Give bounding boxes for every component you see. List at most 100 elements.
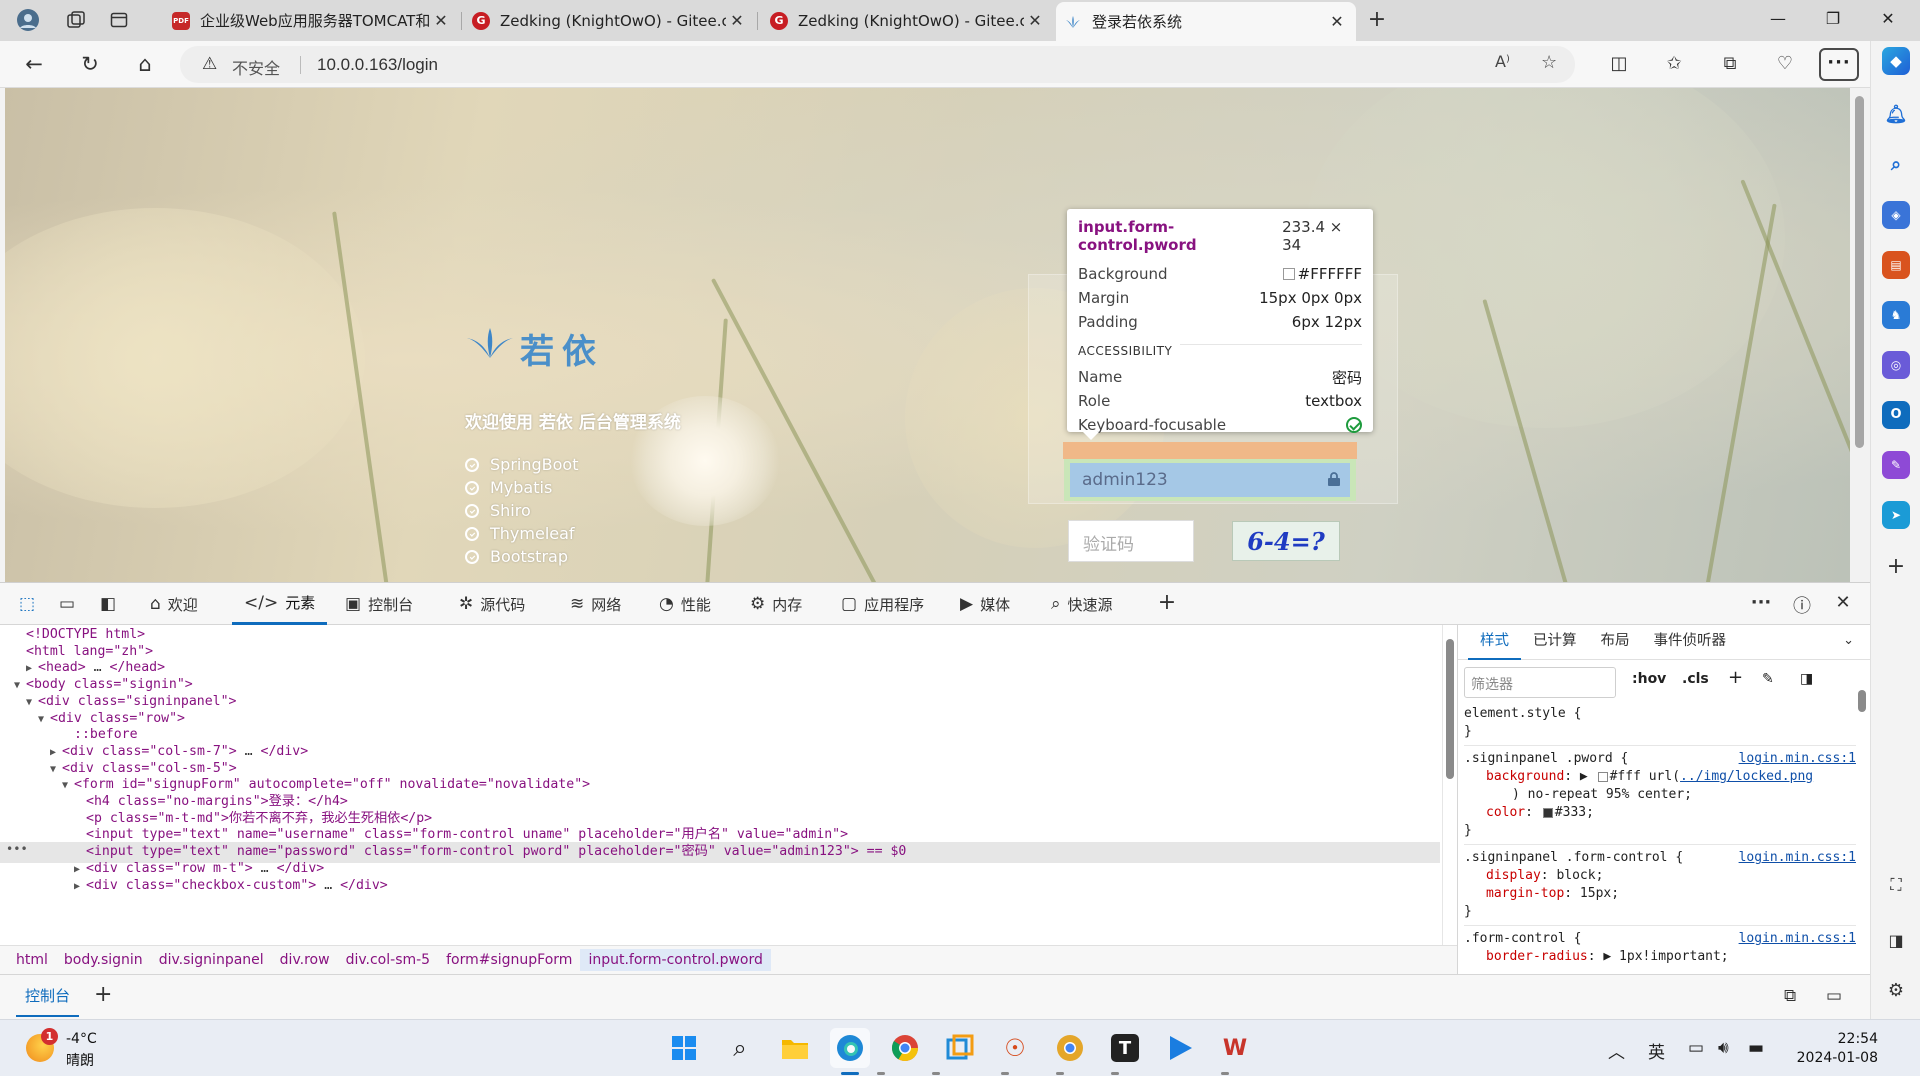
page-scrollbar[interactable] [1850, 88, 1870, 582]
drawer-add-icon[interactable]: + [94, 982, 112, 1007]
password-input[interactable]: admin123 [1070, 463, 1350, 497]
device-emulation-icon[interactable]: ▭ [54, 592, 80, 616]
favorite-star-icon[interactable]: ☆ [1541, 52, 1557, 73]
color-swatch[interactable] [1597, 771, 1608, 782]
ime-indicator[interactable]: 英 [1648, 1038, 1665, 1063]
selected-node-more-icon[interactable]: ••• [6, 842, 28, 856]
color-swatch[interactable] [1542, 807, 1553, 818]
sidebar-settings-gear-icon[interactable]: ⚙ [1882, 977, 1910, 1005]
devtools-tab-console[interactable]: ▣ 控制台 [345, 583, 413, 625]
tab-tomcat-pdf[interactable]: PDF 企业级Web应用服务器TOMCAT和 ✕ [164, 4, 460, 37]
refresh-icon[interactable]: ↻ [73, 47, 107, 81]
dom-tree[interactable]: <!DOCTYPE html> <html lang="zh"> ▶ <head> …… [0, 625, 1442, 945]
media-player-icon[interactable] [1160, 1028, 1200, 1068]
devtools-tab-welcome[interactable]: ⌂ 欢迎 [150, 583, 198, 625]
tools-icon[interactable]: ▤ [1882, 251, 1910, 279]
styles-filter-input[interactable]: 筛选器 [1464, 667, 1616, 698]
breadcrumb-item[interactable]: div.signinpanel [151, 949, 272, 971]
captcha-image[interactable]: 6-4=? [1232, 521, 1340, 561]
copilot-icon[interactable]: ◆ [1882, 47, 1910, 75]
settings-more-icon[interactable]: ··· [1819, 48, 1859, 81]
more-tools-plus-icon[interactable]: + [1152, 590, 1182, 615]
devtools-tab-quick-source[interactable]: ⌕ 快速源 [1051, 583, 1113, 625]
typora-icon[interactable]: T [1105, 1028, 1145, 1068]
vmware-icon[interactable] [940, 1028, 980, 1068]
notification-bell-icon[interactable]: 🔔︎ [1882, 101, 1910, 129]
stylesheet-link[interactable]: login.min.css:1 [1739, 750, 1856, 768]
restore-icon[interactable]: ❐ [1811, 4, 1855, 34]
dom-scrollbar[interactable] [1442, 625, 1457, 945]
close-tab-icon[interactable]: ✕ [430, 11, 452, 30]
network-icon[interactable]: ▭ [1688, 1038, 1704, 1058]
stylesheet-link[interactable]: login.min.css:1 [1739, 849, 1856, 867]
xshell-icon[interactable]: ☉ [995, 1028, 1035, 1068]
close-tab-icon[interactable]: ✕ [1326, 12, 1348, 31]
hov-toggle[interactable]: :hov [1632, 671, 1666, 687]
collections-icon[interactable]: ⧉ [1713, 47, 1747, 81]
devtools-tab-sources[interactable]: ✲ 源代码 [459, 583, 525, 625]
collapsed-ellipsis[interactable]: … [253, 861, 277, 876]
split-screen-icon[interactable]: ◫ [1602, 47, 1636, 81]
close-tab-icon[interactable]: ✕ [726, 11, 748, 30]
collapsed-ellipsis[interactable]: … [86, 660, 110, 675]
inspect-element-icon[interactable]: ⬚ [14, 592, 40, 616]
minimize-icon[interactable]: — [1756, 4, 1800, 34]
home-icon[interactable]: ⌂ [128, 47, 162, 81]
devtools-tab-memory[interactable]: ⚙ 内存 [750, 583, 802, 625]
cls-toggle[interactable]: .cls [1682, 671, 1709, 687]
back-icon[interactable]: ← [17, 47, 51, 81]
security-label[interactable]: 不安全 [232, 55, 280, 79]
outlook-icon[interactable]: O [1882, 401, 1910, 429]
url-text[interactable]: 10.0.0.163/login [317, 55, 438, 75]
windows-start-icon[interactable] [664, 1028, 704, 1068]
weather-widget[interactable]: 1 -4°C 晴朗 [24, 1028, 144, 1070]
microsoft365-icon[interactable]: ◎ [1882, 351, 1910, 379]
styles-scrollbar[interactable] [1855, 668, 1869, 968]
breadcrumb-item[interactable]: div.row [272, 949, 338, 971]
breadcrumb-item[interactable]: div.col-sm-5 [338, 949, 439, 971]
browser-essentials-icon[interactable]: ♡ [1768, 47, 1802, 81]
expand-toggle-icon[interactable]: ▶ [74, 877, 86, 898]
warning-icon[interactable]: ⚠ [202, 54, 217, 74]
styles-tab-computed[interactable]: 已计算 [1521, 625, 1589, 660]
tab-ruoyi-login[interactable]: 登录若依系统 ✕ [1056, 2, 1356, 41]
styles-tab-styles[interactable]: 样式 [1468, 625, 1521, 660]
dom-node-line[interactable]: ▶ <div class="checkbox-custom"> … </div> [0, 876, 1440, 897]
tray-overflow-chevron-icon[interactable]: ︿ [1608, 1038, 1625, 1063]
collapsed-ellipsis[interactable]: … [316, 878, 340, 893]
chrome-dev-icon[interactable] [1050, 1028, 1090, 1068]
devtools-tab-performance[interactable]: ◔ 性能 [659, 583, 711, 625]
profile-avatar-icon[interactable] [10, 5, 46, 35]
chrome-icon[interactable] [885, 1028, 925, 1068]
add-sidebar-app-icon[interactable]: + [1882, 553, 1910, 581]
designer-icon[interactable]: ✎ [1882, 451, 1910, 479]
drawer-toggle-icon[interactable]: ▭ [1826, 986, 1842, 1006]
devtools-tab-elements[interactable]: </> 元素 [232, 583, 328, 625]
stylesheet-link[interactable]: login.min.css:1 [1739, 930, 1856, 948]
search-icon[interactable]: ⌕ [1882, 151, 1910, 179]
devtools-tab-network[interactable]: ≋ 网络 [570, 583, 621, 625]
collapsed-ellipsis[interactable]: … [237, 744, 261, 759]
toggle-sidebar-icon[interactable]: ◨ [1800, 671, 1813, 687]
breadcrumb-item[interactable]: body.signin [56, 949, 151, 971]
styles-tab-layout[interactable]: 布局 [1589, 625, 1642, 660]
help-icon[interactable]: ⓘ [1787, 592, 1817, 618]
new-rule-plus-icon[interactable]: + [1728, 667, 1743, 688]
scrollbar-thumb[interactable] [1858, 690, 1866, 712]
captcha-input[interactable]: 验证码 [1068, 520, 1194, 562]
dock-side-icon[interactable]: ◧ [95, 592, 121, 616]
favorites-icon[interactable]: ✩ [1657, 47, 1691, 81]
dock-drawer-icon[interactable]: ⧉ [1784, 986, 1796, 1006]
devtools-more-icon[interactable]: ··· [1746, 592, 1776, 613]
shopping-tag-icon[interactable]: ◈ [1882, 201, 1910, 229]
tab-gitee-2[interactable]: G Zedking (KnightOwO) - Gitee.cor ✕ [762, 4, 1054, 37]
workspaces-icon[interactable] [58, 5, 94, 35]
chevron-down-icon[interactable]: ⌄ [1843, 633, 1854, 648]
close-window-icon[interactable]: ✕ [1866, 4, 1910, 34]
wps-office-icon[interactable]: W [1215, 1028, 1255, 1068]
paint-brush-icon[interactable]: ✎ [1762, 671, 1774, 687]
new-tab-icon[interactable]: + [1362, 6, 1392, 36]
devtools-tab-application[interactable]: ▢ 应用程序 [841, 583, 924, 625]
drop-icon[interactable]: ➤ [1882, 501, 1910, 529]
close-tab-icon[interactable]: ✕ [1024, 11, 1046, 30]
